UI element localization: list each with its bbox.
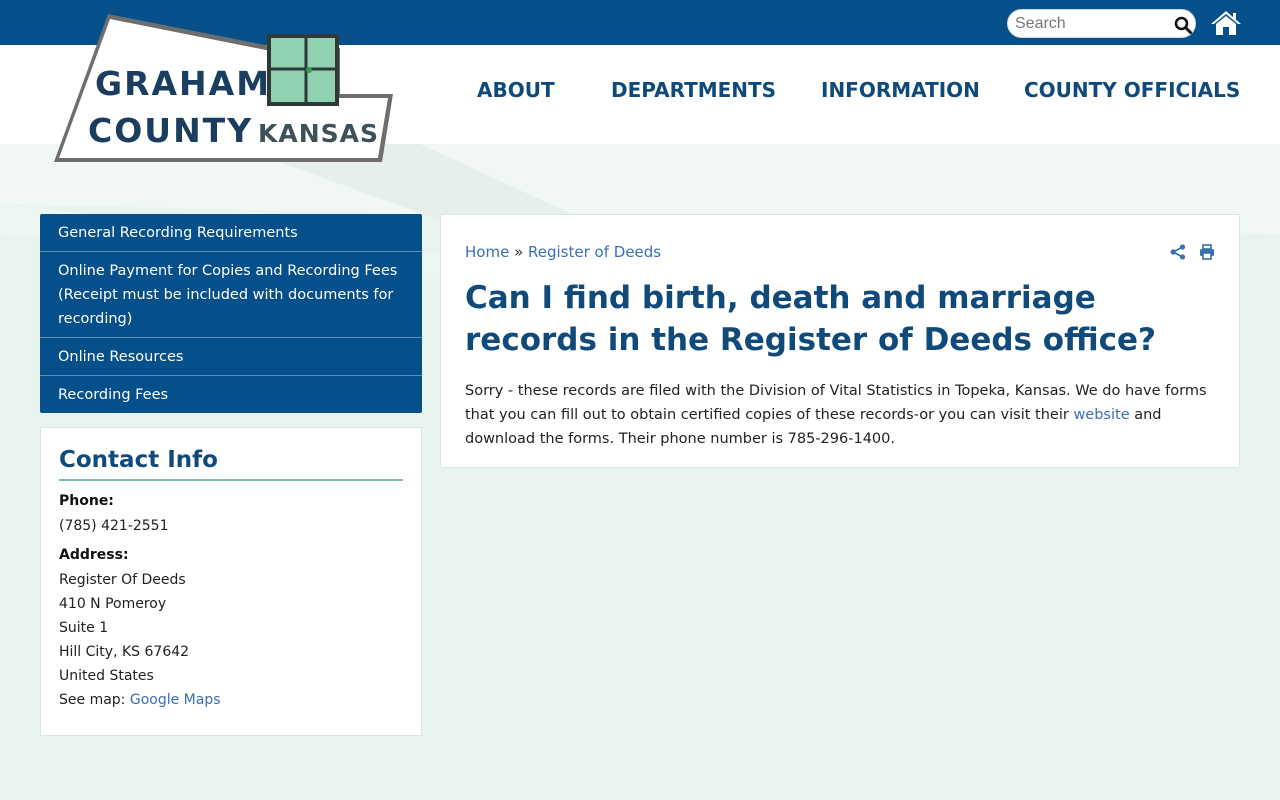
google-maps-link[interactable]: Google Maps bbox=[130, 692, 221, 708]
breadcrumb: Home » Register of Deeds bbox=[465, 243, 661, 261]
contact-info-title: Contact Info bbox=[59, 447, 403, 481]
share-icon[interactable] bbox=[1170, 244, 1186, 260]
phone-value: (785) 421-2551 bbox=[59, 518, 169, 534]
contact-info-card: Contact Info Phone: (785) 421-2551 Addre… bbox=[40, 427, 422, 736]
sidebar-item-recording-fees[interactable]: Recording Fees bbox=[40, 376, 422, 413]
main-content-card: Home » Register of Deeds Can I find birt… bbox=[440, 214, 1240, 468]
article-body: Sorry - these records are filed with the… bbox=[465, 379, 1220, 451]
website-link[interactable]: website bbox=[1073, 407, 1129, 423]
nav-about[interactable]: ABOUT bbox=[477, 78, 555, 108]
logo-text-kansas: KANSAS bbox=[258, 119, 379, 148]
nav-information[interactable]: INFORMATION bbox=[821, 78, 980, 108]
search-icon[interactable] bbox=[1174, 16, 1192, 34]
address-line: 410 N Pomeroy bbox=[59, 596, 167, 612]
address-line: Register Of Deeds bbox=[59, 572, 186, 588]
search-box bbox=[1007, 9, 1196, 38]
address-line: Suite 1 bbox=[59, 620, 109, 636]
see-map-label: See map: bbox=[59, 692, 130, 708]
logo-text-graham: GRAHAM bbox=[95, 64, 271, 103]
nav-departments[interactable]: DEPARTMENTS bbox=[611, 78, 776, 108]
sidebar-nav: General Recording Requirements Online Pa… bbox=[40, 214, 422, 413]
breadcrumb-home[interactable]: Home bbox=[465, 243, 509, 261]
phone-label: Phone: bbox=[59, 493, 114, 509]
address-line: Hill City, KS 67642 bbox=[59, 644, 190, 660]
print-icon[interactable] bbox=[1199, 244, 1215, 260]
address-label: Address: bbox=[59, 547, 129, 563]
home-icon[interactable] bbox=[1210, 9, 1242, 37]
county-logo[interactable]: GRAHAM COUNTY KANSAS bbox=[50, 10, 400, 170]
breadcrumb-separator: » bbox=[509, 243, 529, 261]
sidebar-item-online-payment[interactable]: Online Payment for Copies and Recording … bbox=[40, 252, 422, 338]
address-line: United States bbox=[59, 668, 154, 684]
see-map-row: See map: Google Maps bbox=[59, 688, 221, 712]
page-title: Can I find birth, death and marriage rec… bbox=[465, 280, 1157, 358]
sidebar-item-online-resources[interactable]: Online Resources bbox=[40, 338, 422, 376]
sidebar-item-general-recording-requirements[interactable]: General Recording Requirements bbox=[40, 214, 422, 252]
logo-text-county: COUNTY bbox=[88, 111, 253, 150]
search-input[interactable] bbox=[1015, 13, 1165, 35]
breadcrumb-register-of-deeds[interactable]: Register of Deeds bbox=[528, 243, 661, 261]
nav-county-officials[interactable]: COUNTY OFFICIALS bbox=[1024, 78, 1240, 108]
